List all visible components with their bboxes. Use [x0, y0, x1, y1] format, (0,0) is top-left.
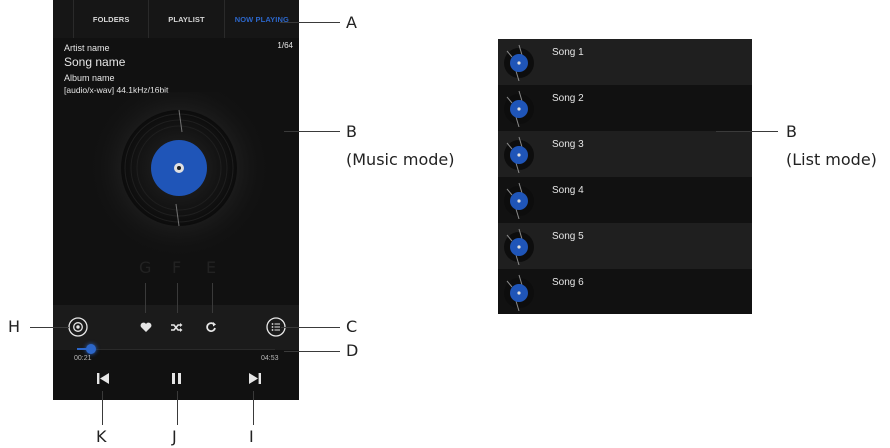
callout-label-j: J	[172, 427, 177, 446]
song-title: Song 3	[552, 139, 584, 150]
callout-label-b-list: B	[786, 122, 797, 141]
vinyl-disc-icon	[504, 182, 534, 219]
callout-label-g: G	[139, 258, 152, 277]
callout-label-k: K	[96, 427, 107, 446]
list-item[interactable]: Song 3	[498, 131, 752, 177]
song-title: Song 2	[552, 93, 584, 104]
elapsed-time: 00:21	[74, 355, 92, 362]
callout-line-j	[177, 391, 178, 425]
repeat-icon[interactable]	[205, 321, 217, 333]
song-title: Song 4	[552, 185, 584, 196]
callout-label-e: E	[206, 258, 217, 277]
tab-divider	[53, 0, 74, 38]
album-art-area	[53, 76, 299, 262]
callout-line-k	[102, 391, 103, 425]
album-name: Album name	[64, 73, 115, 83]
callout-label-d: D	[346, 341, 359, 360]
list-mode-screen: Song 1 Song 2 Song 3 Song 4 Song 5 Song …	[498, 39, 752, 314]
callout-line-i	[253, 391, 254, 425]
tab-bar: FOLDERS PLAYLIST NOW PLAYING	[53, 0, 299, 38]
vinyl-disc-icon	[504, 228, 534, 265]
list-item[interactable]: Song 4	[498, 177, 752, 223]
callout-line-g	[145, 283, 146, 313]
tab-now-playing[interactable]: NOW PLAYING	[225, 0, 299, 38]
list-item[interactable]: Song 5	[498, 223, 752, 269]
vinyl-disc-icon	[87, 76, 271, 260]
artist-name: Artist name	[64, 43, 110, 53]
callout-line-a	[280, 22, 340, 23]
pause-icon[interactable]	[171, 372, 183, 385]
callout-line-c	[281, 327, 340, 328]
progress-track[interactable]	[77, 349, 275, 350]
gear-icon[interactable]	[68, 317, 88, 337]
song-title: Song 6	[552, 277, 584, 288]
vinyl-disc-icon	[504, 274, 534, 311]
progress-knob[interactable]	[86, 344, 96, 354]
callout-sub-b-music: (Music mode)	[346, 150, 455, 169]
heart-icon[interactable]	[140, 322, 152, 333]
vinyl-disc-icon	[504, 44, 534, 81]
vinyl-disc-icon	[504, 136, 534, 173]
callout-label-i: I	[249, 427, 254, 446]
callout-line-d	[284, 351, 340, 352]
skip-next-icon[interactable]	[248, 372, 262, 385]
tab-folders[interactable]: FOLDERS	[74, 0, 148, 38]
track-counter: 1/64	[277, 41, 293, 50]
shuffle-icon[interactable]	[170, 322, 183, 333]
callout-line-h	[30, 327, 69, 328]
list-item[interactable]: Song 2	[498, 85, 752, 131]
total-duration: 04:53	[261, 355, 279, 362]
callout-label-f: F	[172, 258, 182, 277]
callout-label-b-music: B	[346, 122, 357, 141]
song-title: Song 5	[552, 231, 584, 242]
callout-sub-b-list: (List mode)	[786, 150, 877, 169]
song-title: Song 1	[552, 47, 584, 58]
callout-line-b-music	[284, 131, 340, 132]
list-item[interactable]: Song 6	[498, 269, 752, 315]
callout-label-a: A	[346, 13, 357, 32]
skip-previous-icon[interactable]	[96, 372, 110, 385]
callout-label-h: H	[8, 317, 21, 336]
callout-label-c: C	[346, 317, 358, 336]
callout-line-e	[212, 283, 213, 313]
vinyl-disc-icon	[504, 90, 534, 127]
tab-playlist[interactable]: PLAYLIST	[149, 0, 223, 38]
song-name: Song name	[64, 55, 126, 69]
callout-line-f	[177, 283, 178, 313]
music-mode-screen: FOLDERS PLAYLIST NOW PLAYING Artist name…	[53, 0, 299, 400]
callout-line-b-list	[716, 131, 778, 132]
list-item[interactable]: Song 1	[498, 39, 752, 85]
